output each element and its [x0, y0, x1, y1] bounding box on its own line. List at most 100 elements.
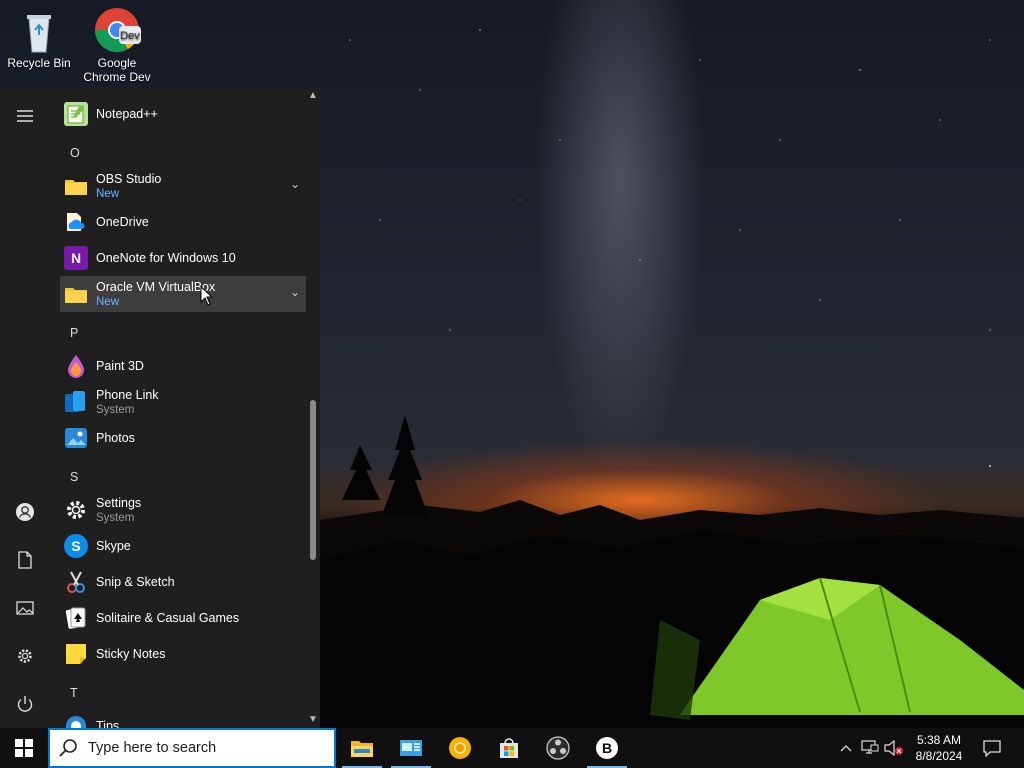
desktop-icon-recycle-bin[interactable]: Recycle Bin	[1, 6, 77, 70]
solitaire-icon	[64, 606, 88, 630]
app-name: Oracle VM VirtualBox	[96, 280, 216, 294]
svg-text:Dev: Dev	[120, 30, 140, 42]
desktop-icon-chrome-dev[interactable]: Dev Google Chrome Dev	[79, 6, 155, 84]
chevron-down-icon[interactable]: ⌄	[290, 177, 300, 191]
app-name: OneNote for Windows 10	[96, 251, 236, 265]
group-letter-s[interactable]: S	[70, 470, 78, 484]
settings-gear-icon	[18, 649, 32, 663]
network-button[interactable]	[858, 728, 882, 768]
chevron-down-icon[interactable]: ⌄	[290, 285, 300, 299]
skype-icon: S	[64, 534, 88, 558]
group-letter-t[interactable]: T	[70, 686, 78, 700]
start-menu-rail	[0, 88, 50, 728]
app-name: Sticky Notes	[96, 647, 166, 661]
scroll-up-icon[interactable]: ▲	[307, 90, 319, 102]
paint3d-icon	[64, 354, 88, 378]
pictures-icon	[16, 601, 34, 615]
app-name: Photos	[96, 431, 135, 445]
taskbar-clock[interactable]: 5:38 AM 8/8/2024	[904, 728, 974, 768]
search-placeholder: Type here to search	[88, 740, 217, 756]
pictures-button[interactable]	[0, 588, 50, 628]
documents-button[interactable]	[0, 540, 50, 580]
action-center-button[interactable]	[976, 728, 1008, 768]
windows-logo-icon	[15, 739, 33, 757]
notepadpp-icon	[64, 102, 88, 126]
app-item-tips[interactable]: Tips	[60, 708, 306, 728]
app-item-settings[interactable]: Settings System	[60, 492, 306, 528]
desktop-icon-label: Recycle Bin	[7, 56, 71, 70]
documents-icon	[18, 551, 32, 569]
group-letter-o[interactable]: O	[70, 146, 80, 160]
obs-studio-icon	[546, 736, 570, 760]
app-name: Paint 3D	[96, 359, 144, 373]
chrome-dev-icon: Dev	[95, 8, 141, 52]
phone-link-icon	[64, 390, 88, 414]
onenote-icon: N	[64, 246, 88, 270]
app-subtitle: System	[96, 404, 135, 416]
app-item-snip-sketch[interactable]: Snip & Sketch	[60, 564, 306, 600]
mouse-cursor-icon	[200, 286, 214, 306]
snip-sketch-icon	[64, 570, 88, 594]
power-icon	[17, 696, 33, 712]
taskbar-b-app[interactable]: B	[583, 728, 631, 768]
folder-icon	[64, 174, 88, 198]
app-folder-obs-studio[interactable]: OBS Studio New ⌄	[60, 168, 306, 204]
folder-icon	[64, 282, 88, 306]
settings-button[interactable]	[0, 636, 50, 676]
control-panel-icon	[400, 740, 422, 756]
app-name: OneDrive	[96, 215, 149, 229]
svg-text:B: B	[602, 740, 612, 756]
app-subtitle: System	[96, 512, 135, 524]
hamburger-menu-icon	[17, 110, 33, 122]
file-explorer-icon	[351, 741, 373, 757]
app-list-scrollbar[interactable]: ▲ ▼	[307, 88, 319, 728]
power-button[interactable]	[0, 684, 50, 724]
app-name: Settings	[96, 496, 142, 510]
app-name: Tips	[96, 719, 120, 728]
volume-muted-icon	[884, 740, 903, 756]
app-item-phone-link[interactable]: Phone Link System	[60, 384, 306, 420]
taskbar: Type here to search B 5:38 AM 8/8/2024	[0, 728, 1024, 768]
app-folder-oracle-vm-virtualbox[interactable]: Oracle VM VirtualBox New ⌄	[60, 276, 306, 312]
app-item-onenote[interactable]: N OneNote for Windows 10	[60, 240, 306, 276]
microsoft-store-icon	[500, 738, 518, 758]
app-item-notepadpp[interactable]: Notepad++	[60, 96, 306, 132]
clock-date: 8/8/2024	[915, 749, 963, 763]
app-list: Notepad++ O OBS Studio New ⌄ OneDrive N	[50, 88, 306, 728]
canary-browser-icon	[449, 737, 471, 759]
sticky-notes-icon	[64, 642, 88, 666]
scroll-thumb[interactable]	[310, 400, 316, 560]
user-account-icon	[16, 503, 34, 521]
user-account-button[interactable]	[0, 492, 50, 532]
app-item-sticky-notes[interactable]: Sticky Notes	[60, 636, 306, 672]
taskbar-control-panel[interactable]	[387, 728, 435, 768]
app-name: Notepad++	[96, 107, 158, 121]
taskbar-canary-browser[interactable]	[436, 728, 484, 768]
group-letter-p[interactable]: P	[70, 326, 78, 340]
notifications-icon	[983, 740, 1001, 757]
network-icon	[861, 740, 879, 754]
search-icon	[59, 739, 77, 757]
show-hidden-icons-button[interactable]	[836, 728, 856, 768]
new-badge: New	[96, 296, 120, 308]
recycle-bin-icon	[27, 15, 51, 53]
app-item-photos[interactable]: Photos	[60, 420, 306, 456]
app-item-skype[interactable]: S Skype	[60, 528, 306, 564]
volume-button[interactable]	[882, 728, 906, 768]
desktop-icon-label: Google Chrome Dev	[83, 56, 151, 84]
app-item-solitaire[interactable]: Solitaire & Casual Games	[60, 600, 306, 636]
b-app-icon: B	[596, 737, 618, 759]
app-item-onedrive[interactable]: OneDrive	[60, 204, 306, 240]
scroll-down-icon[interactable]: ▼	[307, 714, 319, 726]
app-name: Snip & Sketch	[96, 575, 175, 589]
expand-menu-button[interactable]	[0, 96, 50, 136]
app-item-paint-3d[interactable]: Paint 3D	[60, 348, 306, 384]
taskbar-file-explorer[interactable]	[338, 728, 386, 768]
start-menu: Notepad++ O OBS Studio New ⌄ OneDrive N	[0, 88, 320, 728]
taskbar-microsoft-store[interactable]	[485, 728, 533, 768]
start-button[interactable]	[0, 728, 48, 768]
app-name: Skype	[96, 539, 131, 553]
settings-icon	[64, 498, 88, 522]
taskbar-search-box[interactable]: Type here to search	[48, 728, 336, 768]
taskbar-obs-studio[interactable]	[534, 728, 582, 768]
